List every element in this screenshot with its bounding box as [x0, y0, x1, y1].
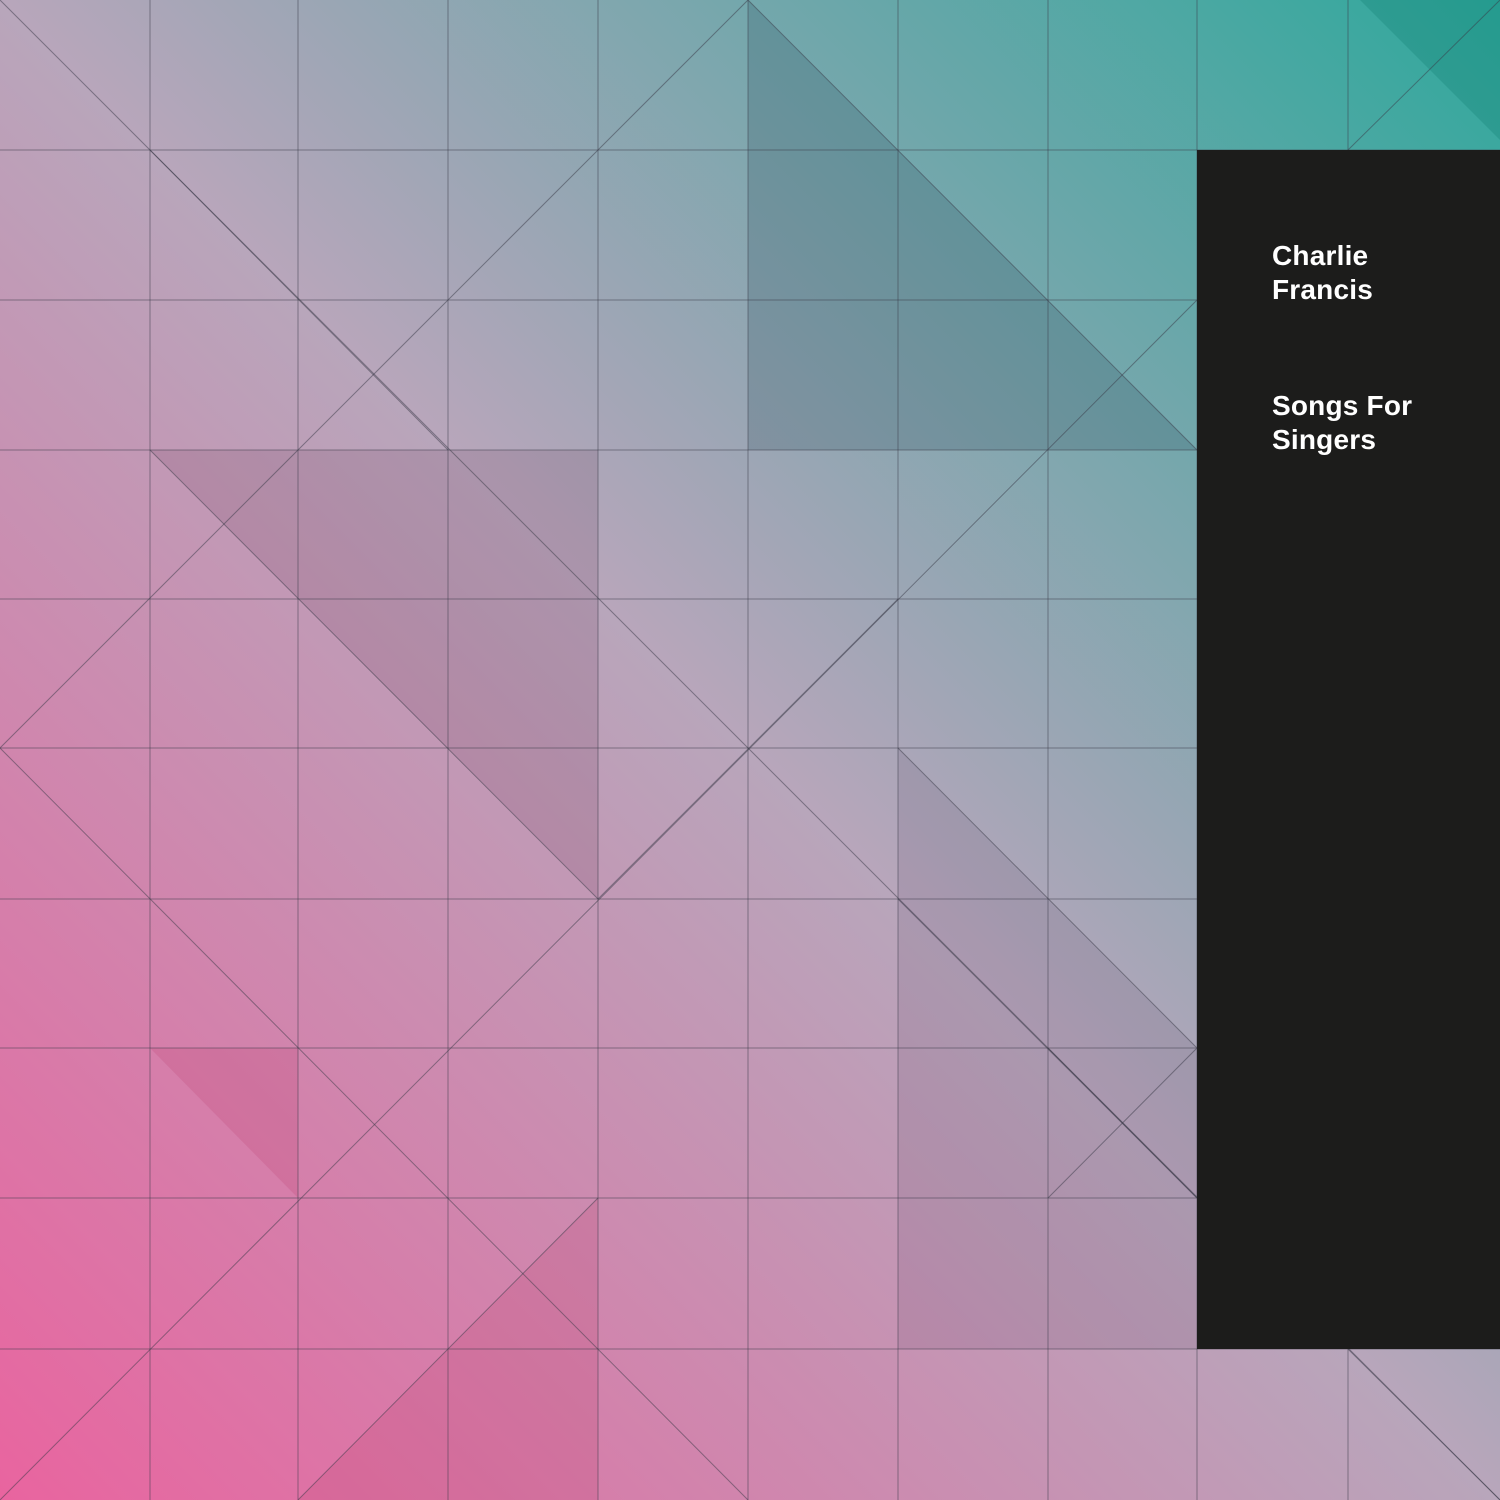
title-panel: Charlie Francis Songs For Singers [1197, 150, 1500, 1349]
album-title: Songs For Singers [1272, 389, 1412, 457]
album-cover: Charlie Francis Songs For Singers [0, 0, 1500, 1500]
album-title-line: Songs For [1272, 390, 1413, 421]
artist-name: Charlie Francis [1272, 239, 1373, 307]
album-title-line: Singers [1272, 424, 1377, 455]
artist-name-line: Francis [1272, 274, 1373, 305]
artist-name-line: Charlie [1272, 240, 1369, 271]
